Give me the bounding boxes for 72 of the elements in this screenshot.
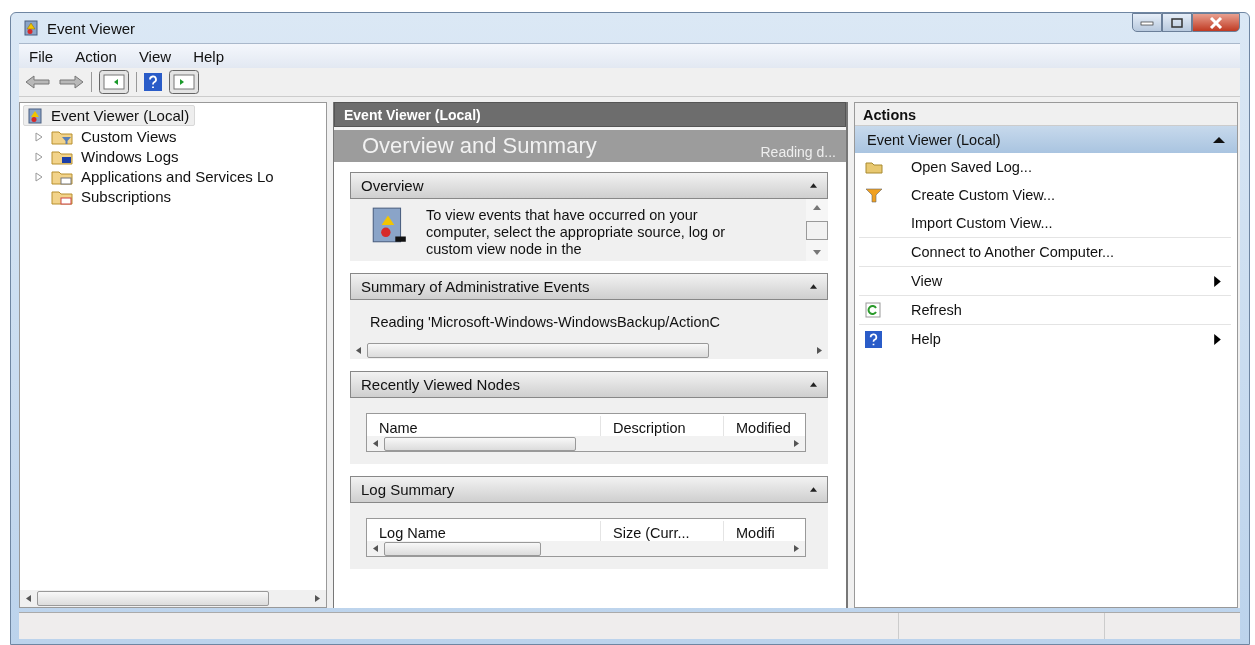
collapse-icon[interactable]	[1213, 136, 1225, 143]
scroll-left-icon[interactable]	[373, 545, 378, 552]
group-header[interactable]: Event Viewer (Local)	[855, 126, 1237, 153]
forward-arrow-icon[interactable]	[58, 74, 84, 90]
scroll-up-icon[interactable]	[813, 205, 821, 210]
event-log-icon	[23, 20, 39, 36]
folder-icon	[865, 160, 883, 174]
folder-icon	[51, 168, 73, 185]
section-header[interactable]: Recently Viewed Nodes	[350, 371, 828, 398]
scroll-right-icon[interactable]	[817, 347, 822, 354]
horizontal-scrollbar[interactable]	[20, 590, 326, 607]
collapse-icon[interactable]	[810, 487, 817, 492]
event-log-icon	[27, 107, 43, 124]
section-header[interactable]: Summary of Administrative Events	[350, 273, 828, 300]
collapse-icon[interactable]	[810, 382, 817, 387]
action-link[interactable]: Help	[911, 331, 941, 347]
submenu-arrow-icon[interactable]	[1214, 333, 1221, 345]
help-icon[interactable]	[144, 73, 162, 91]
menu-item[interactable]: View	[138, 47, 172, 65]
minimize-icon	[1140, 19, 1154, 26]
vertical-scrollbar[interactable]	[806, 199, 828, 261]
tree-item[interactable]: Custom Views	[47, 126, 183, 147]
folder-icon	[51, 128, 73, 145]
page-title: Overview and Summary	[362, 133, 597, 159]
scroll-down-icon[interactable]	[813, 250, 821, 255]
action-link[interactable]: View	[911, 273, 943, 289]
pane-header: Actions	[855, 103, 1237, 126]
section-header[interactable]: Overview	[350, 172, 828, 199]
action-pane-icon[interactable]	[169, 70, 199, 94]
collapse-icon[interactable]	[810, 284, 817, 289]
menu-item[interactable]: Action	[75, 47, 117, 65]
folder-icon	[51, 188, 73, 205]
scroll-right-icon[interactable]	[794, 440, 799, 447]
folder-icon	[51, 148, 73, 165]
pane-header: Event Viewer (Local)	[334, 102, 846, 127]
refresh-icon	[865, 302, 881, 318]
horizontal-scrollbar[interactable]	[367, 436, 805, 451]
maximize-icon	[1170, 17, 1184, 28]
scroll-right-icon[interactable]	[315, 595, 320, 602]
help-icon	[865, 330, 882, 348]
tree-item[interactable]: Windows Logs	[47, 146, 185, 167]
minimize-button[interactable]	[1132, 13, 1162, 32]
menu-item[interactable]: Help	[193, 47, 224, 65]
menu-item[interactable]: File	[29, 47, 54, 65]
status-text: Reading d...	[760, 144, 836, 162]
scroll-left-icon[interactable]	[373, 440, 378, 447]
section-header[interactable]: Log Summary	[350, 476, 828, 503]
overview-text: To view events that have occurred on your computer, select the appropriate source, log or custom view node in the	[426, 206, 727, 259]
tree-item[interactable]: Subscriptions	[47, 186, 178, 207]
action-link[interactable]: Import Custom View...	[911, 215, 1053, 231]
scroll-left-icon[interactable]	[356, 347, 361, 354]
action-link[interactable]: Create Custom View...	[911, 187, 1055, 203]
console-tree-icon[interactable]	[99, 70, 129, 94]
maximize-button[interactable]	[1162, 13, 1192, 32]
filter-icon	[865, 187, 883, 203]
submenu-arrow-icon[interactable]	[1214, 275, 1221, 287]
horizontal-scrollbar[interactable]	[367, 541, 805, 556]
tree-item[interactable]: Applications and Services Lo	[47, 166, 280, 187]
reading-text: Reading 'Microsoft-Windows-WindowsBackup/ActionC	[369, 314, 722, 330]
collapse-icon[interactable]	[810, 183, 817, 188]
action-link[interactable]: Open Saved Log...	[911, 159, 1032, 175]
action-link[interactable]: Refresh	[911, 302, 962, 318]
scroll-right-icon[interactable]	[794, 545, 799, 552]
window-title: Event Viewer	[47, 19, 136, 37]
back-arrow-icon[interactable]	[25, 74, 51, 90]
close-button[interactable]	[1192, 13, 1240, 32]
close-icon	[1208, 16, 1224, 29]
action-link[interactable]: Connect to Another Computer...	[911, 244, 1115, 260]
tree-item[interactable]: Event Viewer (Local)	[23, 105, 196, 126]
column-header[interactable]: Name	[367, 416, 600, 436]
scroll-left-icon[interactable]	[26, 595, 31, 602]
column-header[interactable]: Log Name	[367, 521, 600, 541]
